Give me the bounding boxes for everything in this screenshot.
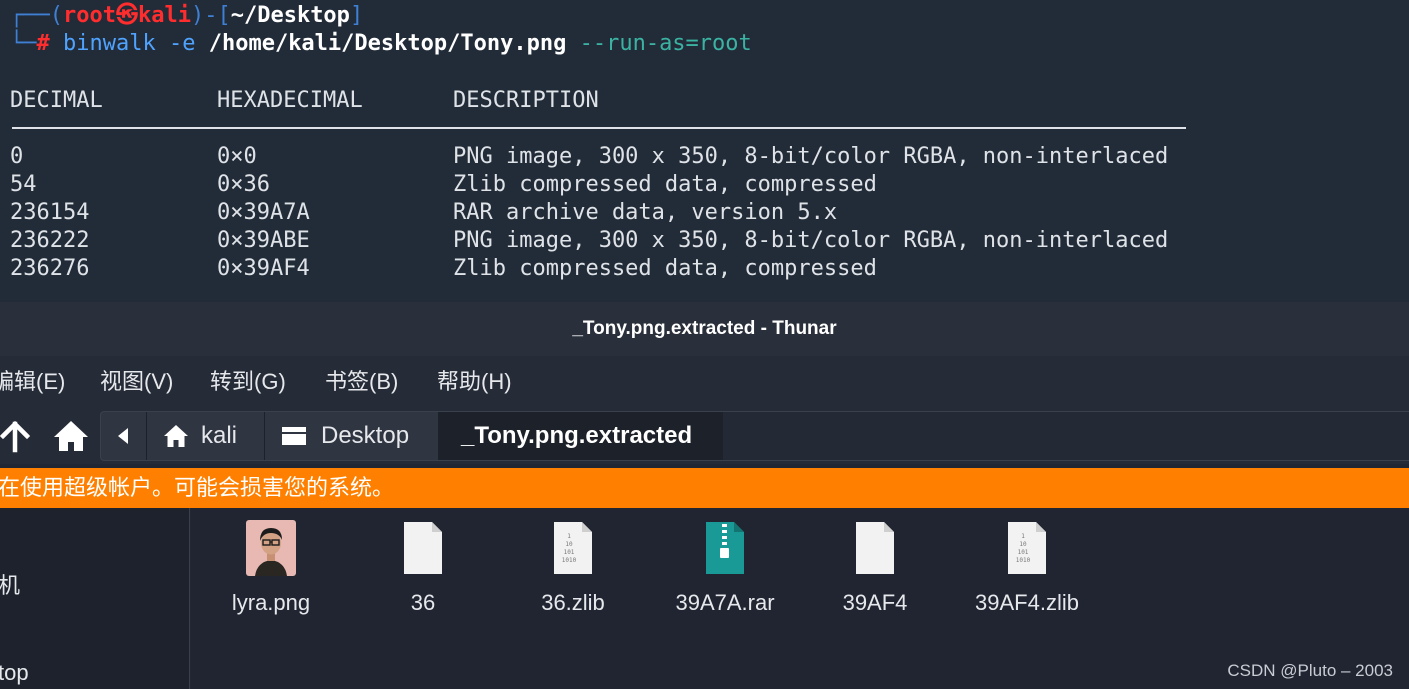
breadcrumb-kali[interactable]: kali [147,412,265,460]
file-item[interactable]: lyra.png [195,518,347,616]
binary-file-icon: 1 10 101 1010 [1008,522,1046,574]
table-header: DECIMAL HEXADECIMAL DESCRIPTION [10,87,599,115]
file-name: 36 [410,590,436,615]
file-item[interactable]: 39A7A.rar [649,518,801,616]
blank-file-icon [856,522,894,574]
home-icon [164,425,188,447]
menu-go[interactable]: 转到(G) [210,368,286,396]
table-row: 236222 0×39ABE PNG image, 300 x 350, 8-b… [10,227,1168,255]
binary-file-icon: 1 10 101 1010 [554,522,592,574]
svg-text:10: 10 [565,541,573,548]
archive-file-icon [706,522,744,574]
image-thumbnail-icon [246,520,296,576]
cell-decimal: 0 [10,144,24,169]
cell-decimal: 236154 [10,200,90,225]
blank-file-icon [404,522,442,574]
sidebar-item-computer[interactable]: 机 [0,568,20,600]
chevron-left-icon [118,428,128,444]
svg-text:1010: 1010 [562,557,577,564]
command-flag: -e [168,31,196,56]
sidebar: 机 top [0,508,190,689]
command-name: binwalk [63,31,156,56]
cell-hex: 0×36 [217,172,270,197]
cell-decimal: 236222 [10,228,90,253]
breadcrumb-back-button[interactable] [101,412,147,460]
root-warning-banner: 在使用超级帐户。可能会损害您的系统。 [0,468,1409,508]
cell-hex: 0×0 [217,144,257,169]
table-divider [12,127,1186,129]
menu-help[interactable]: 帮助(H) [437,368,512,396]
menu-bar: 编辑(E) 视图(V) 转到(G) 书签(B) 帮助(H) [0,356,1409,408]
table-row: 54 0×36 Zlib compressed data, compressed [10,171,877,199]
file-name: lyra.png [231,590,311,615]
skull-icon: ㉿ [115,3,138,28]
cell-decimal: 54 [10,172,37,197]
header-hexadecimal: HEXADECIMAL [217,88,363,113]
prompt-hash: # [36,31,50,56]
prompt-host: kali [137,3,191,28]
prompt-line-2: └─# binwalk -e /home/kali/Desktop/Tony.p… [10,31,752,56]
warning-text: 在使用超级帐户。可能会损害您的系统。 [0,475,395,500]
file-view: lyra.png 36 1 10 101 1010 36.zlib 39A7A.… [191,508,1409,689]
cell-description: PNG image, 300 x 350, 8-bit/color RGBA, … [453,228,1169,253]
prompt-cwd: ~/Desktop [230,3,350,28]
terminal-window[interactable]: ┌──(root㉿kali)-[~/Desktop] └─# binwalk -… [0,0,1409,302]
file-item[interactable]: 1 10 101 1010 36.zlib [497,518,649,616]
toolbar: kali Desktop _Tony.png.extracted [0,408,1409,464]
svg-text:10: 10 [1019,541,1027,548]
file-name: 39AF4.zlib [975,590,1079,615]
header-decimal: DECIMAL [10,88,103,113]
breadcrumb-empty-area [723,412,1409,460]
svg-text:1: 1 [567,533,571,540]
file-name: 39A7A.rar [675,590,775,615]
cell-decimal: 236276 [10,256,90,281]
file-name: 36.zlib [541,590,605,615]
svg-text:101: 101 [564,549,575,556]
cell-description: RAR archive data, version 5.x [453,200,838,225]
desktop-icon [282,427,306,445]
window-title: _Tony.png.extracted - Thunar [0,302,1409,356]
header-description: DESCRIPTION [453,88,599,113]
cell-hex: 0×39ABE [217,228,310,253]
file-name: 39AF4 [842,590,908,615]
table-row: 236154 0×39A7A RAR archive data, version… [10,199,837,227]
breadcrumb-label: _Tony.png.extracted [461,422,693,449]
prompt-user: root [62,3,116,28]
sidebar-item-desktop[interactable]: top [0,660,29,686]
breadcrumb-label: kali [201,422,238,449]
svg-text:101: 101 [1018,549,1029,556]
menu-view[interactable]: 视图(V) [100,368,173,396]
command-option: --run-as=root [579,31,752,56]
home-icon[interactable] [52,418,90,454]
thunar-window: _Tony.png.extracted - Thunar 编辑(E) 视图(V)… [0,302,1409,689]
cell-hex: 0×39A7A [217,200,310,225]
table-row: 0 0×0 PNG image, 300 x 350, 8-bit/color … [10,143,1168,171]
arrow-up-icon[interactable] [0,418,30,454]
svg-text:1010: 1010 [1016,557,1031,564]
file-item[interactable]: 1 10 101 1010 39AF4.zlib [951,518,1103,616]
file-item[interactable]: 36 [347,518,499,616]
watermark: CSDN @Pluto – 2003 [1227,661,1393,680]
command-file: /home/kali/Desktop/Tony.png [208,31,567,56]
breadcrumb-label: Desktop [321,422,410,449]
menu-bookmarks[interactable]: 书签(B) [325,368,398,396]
cell-description: Zlib compressed data, compressed [453,256,877,281]
table-row: 236276 0×39AF4 Zlib compressed data, com… [10,255,877,283]
menu-edit[interactable]: 编辑(E) [0,368,65,396]
svg-text:1: 1 [1021,533,1025,540]
breadcrumb-current[interactable]: _Tony.png.extracted [439,412,723,460]
prompt-line-1: ┌──(root㉿kali)-[~/Desktop] [10,3,364,28]
cell-hex: 0×39AF4 [217,256,310,281]
breadcrumb-desktop[interactable]: Desktop [265,412,439,460]
file-item[interactable]: 39AF4 [799,518,951,616]
cell-description: Zlib compressed data, compressed [453,172,877,197]
cell-description: PNG image, 300 x 350, 8-bit/color RGBA, … [453,144,1169,169]
breadcrumb: kali Desktop _Tony.png.extracted [100,411,1409,461]
